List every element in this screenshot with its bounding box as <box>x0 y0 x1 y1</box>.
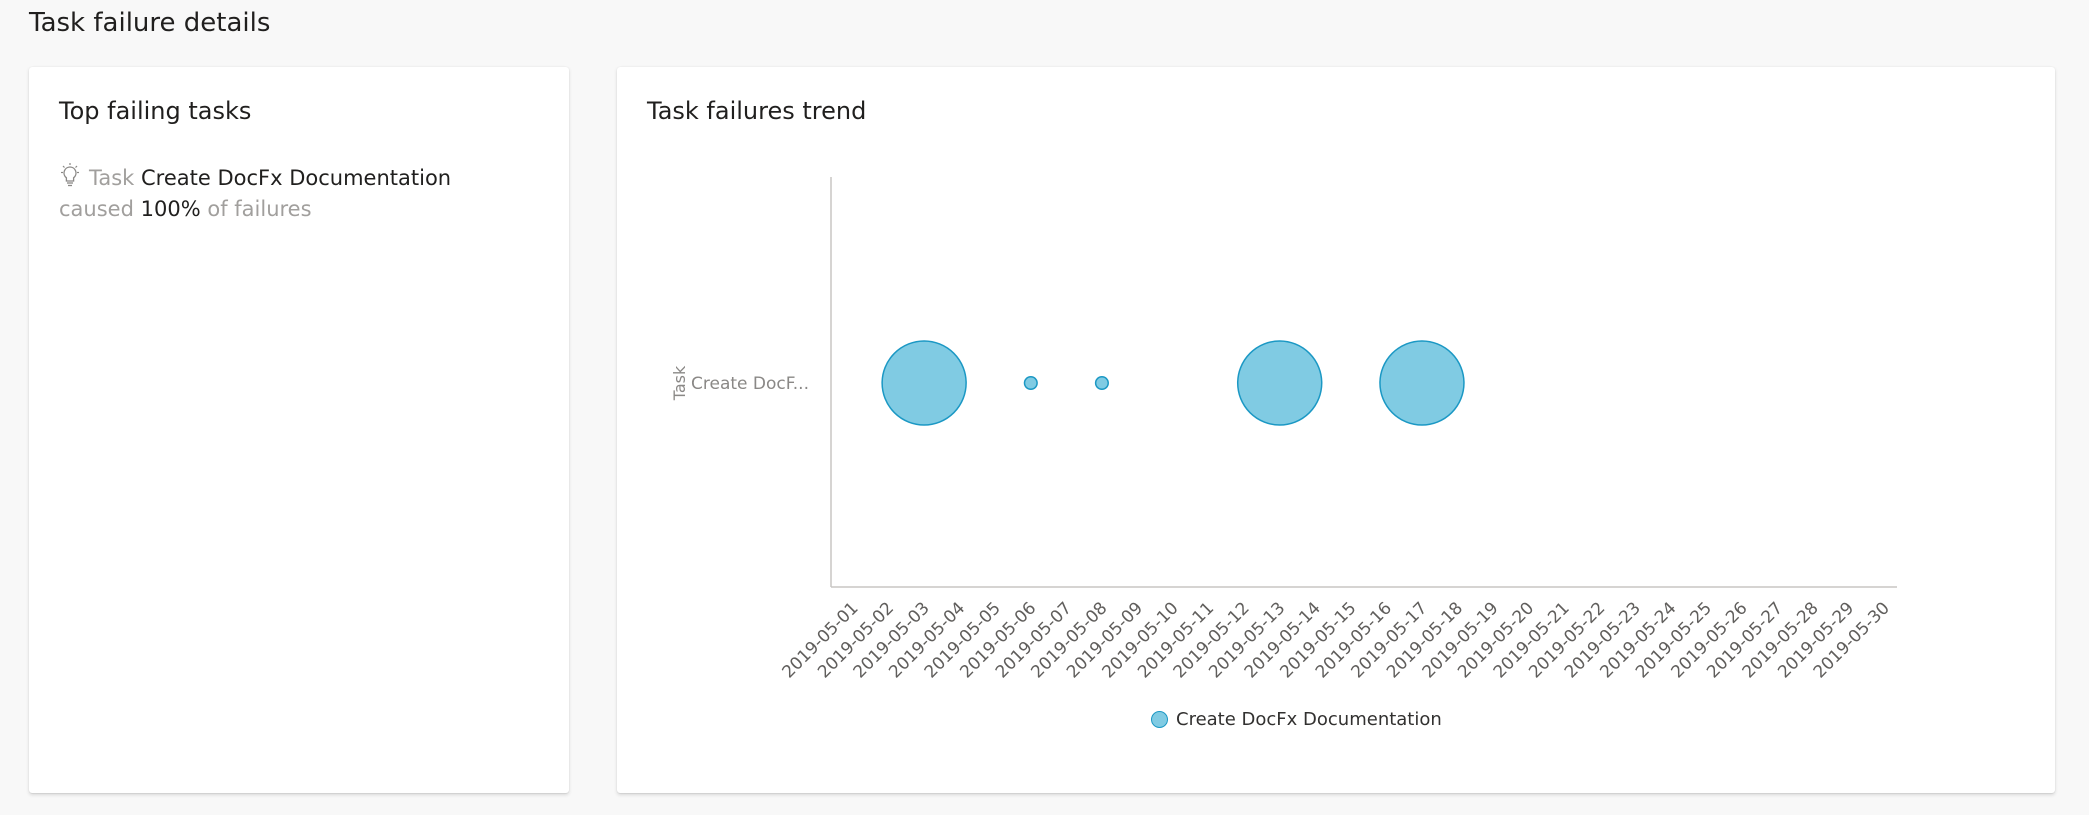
failure-bubble[interactable] <box>881 340 967 426</box>
failing-task-insight: Task Create DocFx Documentation caused 1… <box>59 163 529 225</box>
top-failing-tasks-card: Top failing tasks Task Create DocFx Docu… <box>29 67 569 793</box>
chart-legend[interactable]: Create DocFx Documentation <box>1151 709 1442 730</box>
failure-bubble[interactable] <box>1094 375 1109 391</box>
page-title: Task failure details <box>29 8 271 38</box>
failure-bubble[interactable] <box>1236 340 1323 426</box>
lightbulb-icon <box>59 163 81 187</box>
failure-bubble[interactable] <box>1379 340 1465 426</box>
y-category-label: Create DocF... <box>691 374 809 394</box>
failures-suffix: of failures <box>207 197 312 221</box>
caused-text: caused <box>59 197 134 221</box>
legend-marker <box>1151 711 1168 728</box>
y-axis-title: Task <box>670 365 689 401</box>
failure-bubble[interactable] <box>1023 375 1038 391</box>
failure-percent: 100% <box>140 197 201 221</box>
task-failures-trend-card: Task failures trend Task Create DocF... … <box>617 67 2055 793</box>
top-failing-tasks-title: Top failing tasks <box>59 97 252 125</box>
trend-chart: Task Create DocF... 2019-05-012019-05-02… <box>670 177 1897 682</box>
failing-task-name: Create DocFx Documentation <box>141 166 452 190</box>
task-prefix: Task <box>89 166 135 190</box>
legend-label: Create DocFx Documentation <box>1176 709 1442 730</box>
